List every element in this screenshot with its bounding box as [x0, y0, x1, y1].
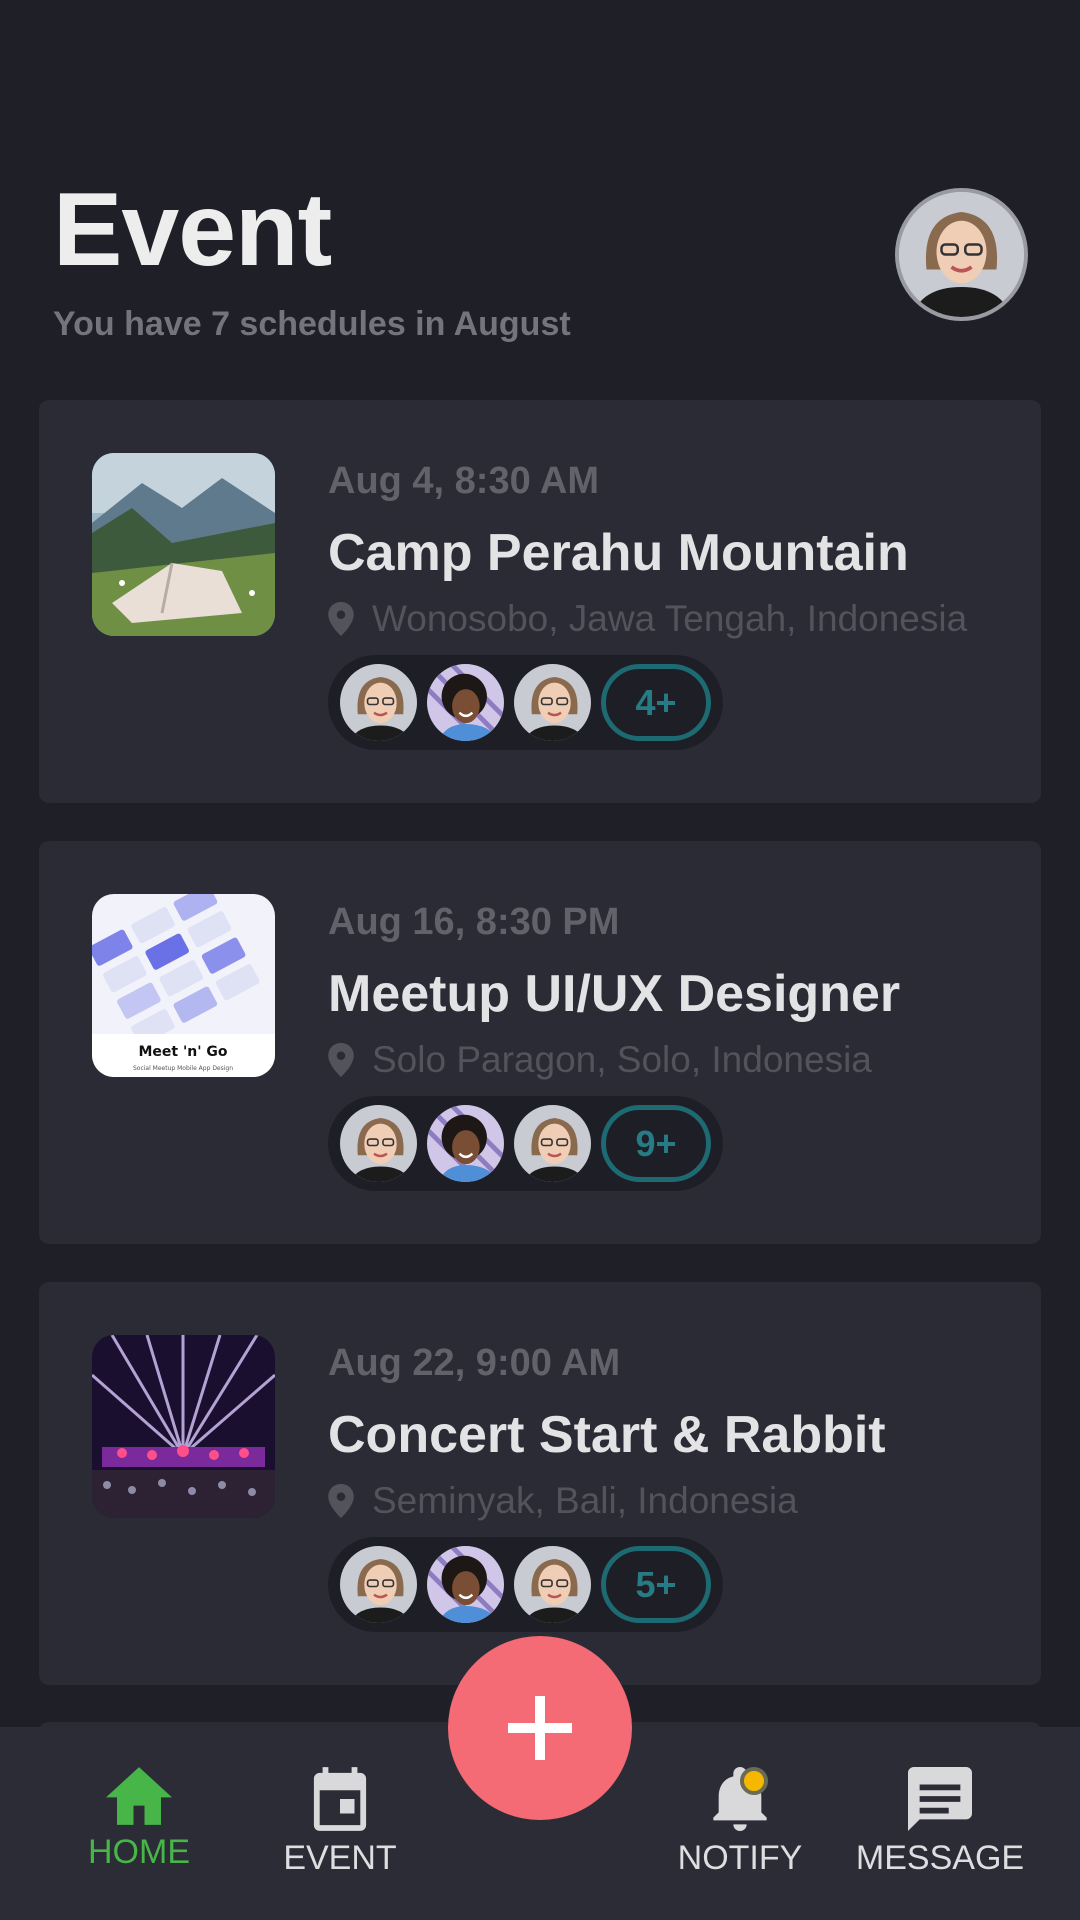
attendee-group[interactable]: 4+	[328, 655, 723, 750]
event-card[interactable]: Aug 4, 8:30 AM Camp Perahu Mountain Wono…	[39, 400, 1041, 803]
event-thumbnail-mountain	[92, 453, 275, 636]
nav-notify[interactable]: NOTIFY	[640, 1767, 840, 1878]
notification-dot	[740, 1767, 768, 1795]
message-icon	[908, 1767, 972, 1831]
event-title: Meetup UI/UX Designer	[328, 965, 901, 1023]
more-attendees-badge: 9+	[601, 1105, 711, 1182]
event-location-text: Seminyak, Bali, Indonesia	[372, 1480, 798, 1521]
event-card[interactable]: Meet 'n' Go Social Meetup Mobile App Des…	[39, 841, 1041, 1244]
add-event-button[interactable]	[448, 1636, 632, 1820]
nav-home[interactable]: HOME	[39, 1767, 239, 1872]
event-title: Camp Perahu Mountain	[328, 524, 909, 582]
attendee-avatar	[512, 1103, 593, 1184]
location-pin-icon	[328, 1043, 354, 1077]
event-location: Wonosobo, Jawa Tengah, Indonesia	[328, 598, 967, 640]
calendar-icon	[313, 1767, 367, 1831]
notify-icon-wrap	[710, 1767, 770, 1831]
profile-avatar[interactable]	[895, 188, 1028, 321]
header: Event You have 7 schedules in August	[0, 0, 1080, 390]
nav-message[interactable]: MESSAGE	[840, 1767, 1040, 1878]
nav-event[interactable]: EVENT	[240, 1767, 440, 1878]
event-card[interactable]: Aug 22, 9:00 AM Concert Start & Rabbit S…	[39, 1282, 1041, 1685]
attendee-avatar	[338, 1544, 419, 1625]
attendee-avatar	[425, 1103, 506, 1184]
location-pin-icon	[328, 602, 354, 636]
page-subtitle: You have 7 schedules in August	[53, 305, 571, 343]
attendee-group[interactable]: 9+	[328, 1096, 723, 1191]
event-thumbnail-meetup: Meet 'n' Go Social Meetup Mobile App Des…	[92, 894, 275, 1077]
event-date: Aug 16, 8:30 PM	[328, 901, 620, 943]
event-date: Aug 4, 8:30 AM	[328, 460, 599, 502]
attendee-avatar	[512, 662, 593, 743]
event-location: Seminyak, Bali, Indonesia	[328, 1480, 798, 1522]
nav-home-label: HOME	[88, 1833, 190, 1871]
attendee-avatar	[338, 1103, 419, 1184]
event-title: Concert Start & Rabbit	[328, 1406, 886, 1464]
home-icon	[106, 1767, 172, 1825]
event-location-text: Solo Paragon, Solo, Indonesia	[372, 1039, 872, 1080]
attendee-avatar	[512, 1544, 593, 1625]
attendee-group[interactable]: 5+	[328, 1537, 723, 1632]
plus-icon	[508, 1696, 572, 1760]
thumbnail-caption: Meet 'n' Go	[138, 1044, 227, 1060]
nav-notify-label: NOTIFY	[677, 1839, 803, 1877]
event-thumbnail-concert	[92, 1335, 275, 1518]
event-date: Aug 22, 9:00 AM	[328, 1342, 621, 1384]
event-location-text: Wonosobo, Jawa Tengah, Indonesia	[372, 598, 968, 639]
location-pin-icon	[328, 1484, 354, 1518]
nav-event-label: EVENT	[283, 1839, 397, 1877]
event-location: Solo Paragon, Solo, Indonesia	[328, 1039, 872, 1081]
attendee-avatar	[338, 662, 419, 743]
more-attendees-badge: 4+	[601, 664, 711, 741]
page-title: Event	[53, 172, 332, 288]
attendee-avatar	[425, 662, 506, 743]
more-attendees-badge: 5+	[601, 1546, 711, 1623]
thumbnail-subcaption: Social Meetup Mobile App Design	[133, 1065, 233, 1072]
attendee-avatar	[425, 1544, 506, 1625]
nav-message-label: MESSAGE	[855, 1839, 1025, 1877]
